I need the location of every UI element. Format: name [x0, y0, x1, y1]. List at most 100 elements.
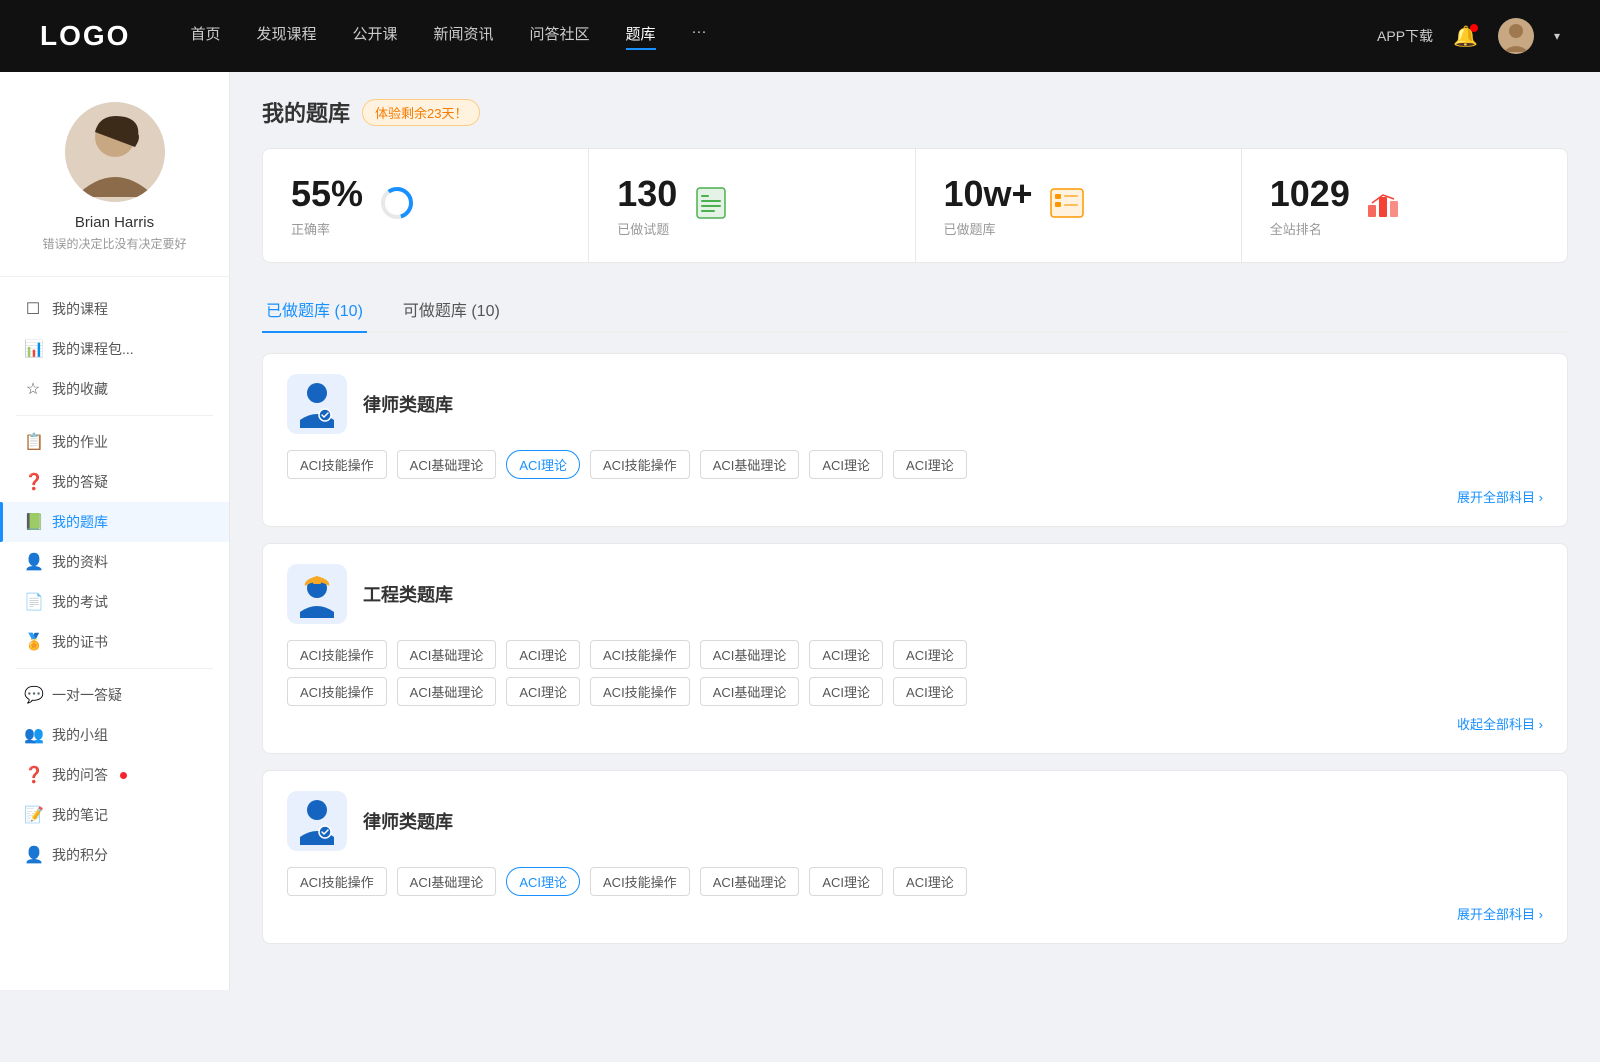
stat-value-banks: 10w+ 已做题库 — [944, 173, 1033, 238]
sidebar-item-label: 我的课程包... — [52, 339, 134, 359]
tag-2-3[interactable]: ACI理论 — [506, 640, 580, 669]
tag-2-12[interactable]: ACI基础理论 — [700, 677, 800, 706]
tag-1-3-active[interactable]: ACI理论 — [506, 450, 580, 479]
stat-value-ranking: 1029 全站排名 — [1270, 173, 1350, 238]
nav-question-bank[interactable]: 题库 — [626, 23, 656, 50]
lawyer-icon-2 — [287, 791, 347, 851]
sidebar-item-label: 我的资料 — [52, 552, 108, 572]
bank-tags-row2-2: ACI技能操作 ACI基础理论 ACI理论 ACI技能操作 ACI基础理论 AC… — [287, 677, 1543, 706]
stat-ranking: 1029 全站排名 — [1242, 149, 1567, 262]
sidebar-item-label: 我的课程 — [52, 299, 108, 319]
expand-button-1[interactable]: 展开全部科目 › — [287, 487, 1543, 506]
main-layout: Brian Harris 错误的决定比没有决定要好 ☐ 我的课程 📊 我的课程包… — [0, 72, 1600, 990]
sidebar-item-exam[interactable]: 📄 我的考试 — [0, 582, 229, 622]
bank-tags-3: ACI技能操作 ACI基础理论 ACI理论 ACI技能操作 ACI基础理论 AC… — [287, 867, 1543, 896]
sidebar-item-certificate[interactable]: 🏅 我的证书 — [0, 622, 229, 662]
tag-2-6[interactable]: ACI理论 — [809, 640, 883, 669]
tag-3-5[interactable]: ACI基础理论 — [700, 867, 800, 896]
donut-chart-icon — [379, 185, 415, 226]
divider-2 — [16, 668, 213, 669]
app-download-button[interactable]: APP下载 — [1377, 26, 1433, 46]
sidebar-item-qa[interactable]: ❓ 我的答疑 — [0, 462, 229, 502]
tag-1-2[interactable]: ACI基础理论 — [397, 450, 497, 479]
sidebar-item-label: 我的积分 — [52, 845, 108, 865]
sidebar-item-label: 我的证书 — [52, 632, 108, 652]
tag-3-6[interactable]: ACI理论 — [809, 867, 883, 896]
avatar-image — [1498, 18, 1534, 54]
main-content: 我的题库 体验剩余23天！ 55% 正确率 — [230, 72, 1600, 990]
chat-icon: 💬 — [24, 685, 42, 705]
sidebar-item-my-course[interactable]: ☐ 我的课程 — [0, 289, 229, 329]
tag-3-2[interactable]: ACI基础理论 — [397, 867, 497, 896]
tab-available-banks[interactable]: 可做题库 (10) — [399, 287, 504, 331]
tag-3-4[interactable]: ACI技能操作 — [590, 867, 690, 896]
divider-1 — [16, 415, 213, 416]
tag-2-14[interactable]: ACI理论 — [893, 677, 967, 706]
profile-name: Brian Harris — [20, 214, 209, 231]
nav-qa[interactable]: 问答社区 — [530, 23, 590, 50]
sidebar-item-tutoring[interactable]: 💬 一对一答疑 — [0, 675, 229, 715]
tag-3-3-active[interactable]: ACI理论 — [506, 867, 580, 896]
tag-2-11[interactable]: ACI技能操作 — [590, 677, 690, 706]
profile-motto: 错误的决定比没有决定要好 — [20, 235, 209, 252]
user-menu-chevron[interactable]: ▾ — [1554, 29, 1560, 43]
stat-done-banks: 10w+ 已做题库 — [916, 149, 1241, 262]
profile-icon: 👤 — [24, 552, 42, 572]
list-icon — [1049, 185, 1085, 226]
notification-bell[interactable]: 🔔 — [1453, 24, 1478, 49]
question-icon: ❓ — [24, 472, 42, 492]
profile-avatar-image — [65, 102, 165, 202]
user-avatar[interactable] — [1498, 18, 1534, 54]
sidebar-menu: ☐ 我的课程 📊 我的课程包... ☆ 我的收藏 📋 我的作业 ❓ 我的答疑 📗 — [0, 277, 229, 887]
nav-news[interactable]: 新闻资讯 — [434, 23, 494, 50]
homework-icon: 📋 — [24, 432, 42, 452]
tag-2-5[interactable]: ACI基础理论 — [700, 640, 800, 669]
sidebar-item-profile[interactable]: 👤 我的资料 — [0, 542, 229, 582]
stats-row: 55% 正确率 130 已做试题 — [262, 148, 1568, 263]
tag-3-7[interactable]: ACI理论 — [893, 867, 967, 896]
nav-open-course[interactable]: 公开课 — [352, 23, 397, 50]
tag-1-7[interactable]: ACI理论 — [893, 450, 967, 479]
tag-2-4[interactable]: ACI技能操作 — [590, 640, 690, 669]
course-icon: ☐ — [24, 299, 42, 319]
sidebar-item-label: 我的笔记 — [52, 805, 108, 825]
tag-2-1[interactable]: ACI技能操作 — [287, 640, 387, 669]
sidebar-item-question-bank[interactable]: 📗 我的题库 — [0, 502, 229, 542]
sidebar-item-course-package[interactable]: 📊 我的课程包... — [0, 329, 229, 369]
tag-2-10[interactable]: ACI理论 — [506, 677, 580, 706]
nav-more[interactable]: ··· — [692, 23, 707, 50]
sidebar-item-label: 我的小组 — [52, 725, 108, 745]
tag-3-1[interactable]: ACI技能操作 — [287, 867, 387, 896]
tag-1-4[interactable]: ACI技能操作 — [590, 450, 690, 479]
sidebar-item-label: 我的答疑 — [52, 472, 108, 492]
sidebar-item-label: 我的问答 — [52, 765, 108, 785]
bank-icon: 📗 — [24, 512, 42, 532]
tag-2-8[interactable]: ACI技能操作 — [287, 677, 387, 706]
exam-icon: 📄 — [24, 592, 42, 612]
trial-badge: 体验剩余23天！ — [362, 99, 480, 126]
tag-2-13[interactable]: ACI理论 — [809, 677, 883, 706]
sidebar-item-favorites[interactable]: ☆ 我的收藏 — [0, 369, 229, 409]
bank-tags-row1-2: ACI技能操作 ACI基础理论 ACI理论 ACI技能操作 ACI基础理论 AC… — [287, 640, 1543, 669]
sidebar-item-notes[interactable]: 📝 我的笔记 — [0, 795, 229, 835]
nav-home[interactable]: 首页 — [190, 23, 220, 50]
tag-2-2[interactable]: ACI基础理论 — [397, 640, 497, 669]
tag-2-7[interactable]: ACI理论 — [893, 640, 967, 669]
nav-discover[interactable]: 发现课程 — [256, 23, 316, 50]
sheet-icon — [693, 185, 729, 226]
tag-1-1[interactable]: ACI技能操作 — [287, 450, 387, 479]
expand-button-3[interactable]: 展开全部科目 › — [287, 904, 1543, 923]
bank-card-header-2: 工程类题库 — [287, 564, 1543, 624]
collapse-button-2[interactable]: 收起全部科目 › — [287, 714, 1543, 733]
bank-tags-1: ACI技能操作 ACI基础理论 ACI理论 ACI技能操作 ACI基础理论 AC… — [287, 450, 1543, 479]
tag-1-5[interactable]: ACI基础理论 — [700, 450, 800, 479]
sidebar-item-group[interactable]: 👥 我的小组 — [0, 715, 229, 755]
sidebar-item-my-qa[interactable]: ❓ 我的问答 — [0, 755, 229, 795]
tag-1-6[interactable]: ACI理论 — [809, 450, 883, 479]
sidebar-item-homework[interactable]: 📋 我的作业 — [0, 422, 229, 462]
tag-2-9[interactable]: ACI基础理论 — [397, 677, 497, 706]
tab-done-banks[interactable]: 已做题库 (10) — [262, 287, 367, 331]
bank-title-2: 工程类题库 — [363, 581, 453, 607]
bank-card-header-1: 律师类题库 — [287, 374, 1543, 434]
sidebar-item-points[interactable]: 👤 我的积分 — [0, 835, 229, 875]
